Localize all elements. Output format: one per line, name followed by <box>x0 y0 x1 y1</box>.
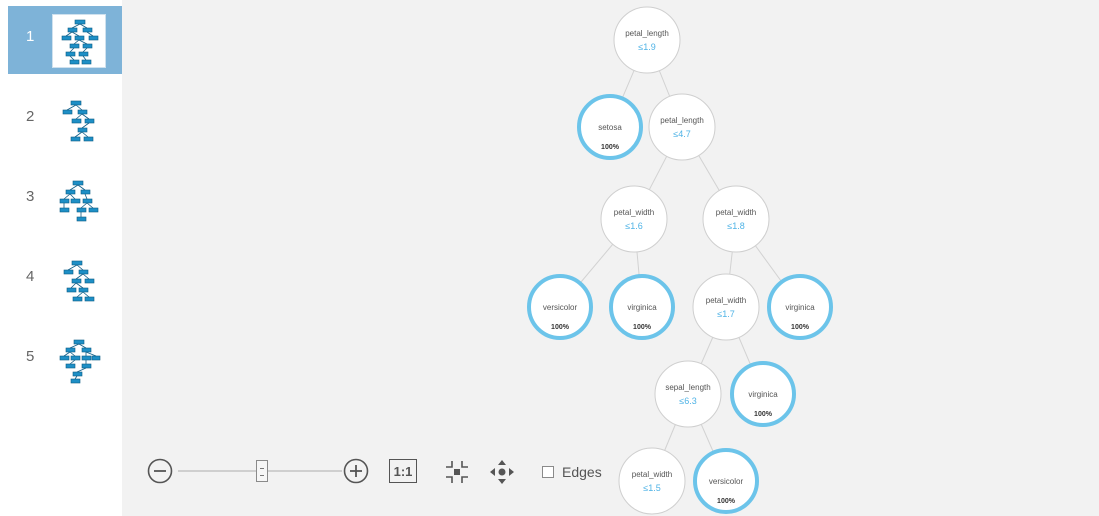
tree-split-node[interactable]: petal_width ≤1.7 <box>692 273 760 341</box>
node-condition: ≤6.3 <box>679 396 696 406</box>
node-title: petal_length <box>625 29 669 38</box>
tree-split-node[interactable]: petal_length ≤4.7 <box>648 93 716 161</box>
tree-thumbnail-icon <box>52 14 106 68</box>
tree-split-node[interactable]: sepal_length ≤6.3 <box>654 360 722 428</box>
tree-thumbnail-icon <box>52 174 106 228</box>
node-circle <box>618 447 686 515</box>
node-title: petal_width <box>716 208 756 217</box>
decision-tree-graph[interactable]: petal_length ≤1.9 setosa 100% petal_length ≤4… <box>122 0 1099 516</box>
node-circle <box>600 185 668 253</box>
actual-size-button[interactable]: 1:1 <box>389 459 417 483</box>
node-condition: ≤4.7 <box>673 129 690 139</box>
node-circle <box>613 6 681 74</box>
node-title: petal_width <box>706 296 746 305</box>
edges-toggle[interactable]: Edges <box>542 462 602 482</box>
node-title: setosa <box>598 123 622 132</box>
zoom-out-icon[interactable] <box>146 457 174 485</box>
node-percent: 100% <box>754 411 773 418</box>
node-title: versicolor <box>543 303 578 312</box>
tree-list-item-4[interactable]: 4 <box>8 246 122 314</box>
edges-label: Edges <box>562 464 602 480</box>
tree-leaf-node[interactable]: virginica 100% <box>609 274 675 340</box>
node-percent: 100% <box>601 144 620 151</box>
tree-number: 1 <box>26 28 35 45</box>
tree-thumbnail-icon <box>52 334 106 388</box>
node-condition: ≤1.9 <box>638 42 655 52</box>
node-title: versicolor <box>709 477 744 486</box>
actual-size-label: 1:1 <box>393 463 413 479</box>
zoom-slider-handle[interactable] <box>256 460 269 482</box>
node-title: petal_length <box>660 116 704 125</box>
tree-leaf-node[interactable]: versicolor 100% <box>527 274 593 340</box>
node-circle <box>654 360 722 428</box>
node-condition: ≤1.5 <box>643 483 660 493</box>
fit-to-screen-icon[interactable] <box>443 458 471 486</box>
tree-leaf-node[interactable]: setosa 100% <box>577 94 643 160</box>
node-circle <box>702 185 770 253</box>
node-title: petal_width <box>614 208 654 217</box>
tree-canvas[interactable]: petal_length ≤1.9 setosa 100% petal_length ≤4… <box>122 0 1099 516</box>
tree-list-item-5[interactable]: 5 <box>8 326 122 394</box>
node-circle <box>648 93 716 161</box>
tree-list-item-2[interactable]: 2 <box>8 86 122 154</box>
node-title: virginica <box>785 303 815 312</box>
tree-thumbnail-icon <box>52 254 106 308</box>
node-title: sepal_length <box>665 383 710 392</box>
tree-list-sidebar: 1 2 3 4 5 <box>0 0 122 516</box>
tree-split-node[interactable]: petal_width ≤1.6 <box>600 185 668 253</box>
node-condition: ≤1.6 <box>625 221 642 231</box>
tree-number: 2 <box>26 108 35 125</box>
tree-leaf-node[interactable]: versicolor 100% <box>693 448 759 514</box>
node-title: petal_width <box>632 470 672 479</box>
node-condition: ≤1.8 <box>727 221 744 231</box>
tree-leaf-node[interactable]: virginica 100% <box>767 274 833 340</box>
node-percent: 100% <box>791 324 810 331</box>
tree-number: 5 <box>26 348 35 365</box>
node-percent: 100% <box>551 324 570 331</box>
tree-leaf-node[interactable]: virginica 100% <box>730 361 796 427</box>
node-circle <box>692 273 760 341</box>
node-condition: ≤1.7 <box>717 309 734 319</box>
tree-split-node[interactable]: petal_width ≤1.5 <box>618 447 686 515</box>
node-percent: 100% <box>717 498 736 505</box>
tree-split-node[interactable]: petal_width ≤1.8 <box>702 185 770 253</box>
tree-number: 4 <box>26 268 35 285</box>
tree-thumbnail-icon <box>52 94 106 148</box>
node-title: virginica <box>627 303 657 312</box>
pan-icon[interactable] <box>488 458 516 486</box>
edges-checkbox[interactable] <box>542 466 554 478</box>
tree-list-item-3[interactable]: 3 <box>8 166 122 234</box>
tree-number: 3 <box>26 188 35 205</box>
node-title: virginica <box>748 390 778 399</box>
tree-split-node[interactable]: petal_length ≤1.9 <box>613 6 681 74</box>
zoom-in-icon[interactable] <box>342 457 370 485</box>
node-percent: 100% <box>633 324 652 331</box>
tree-list-item-1[interactable]: 1 <box>8 6 122 74</box>
